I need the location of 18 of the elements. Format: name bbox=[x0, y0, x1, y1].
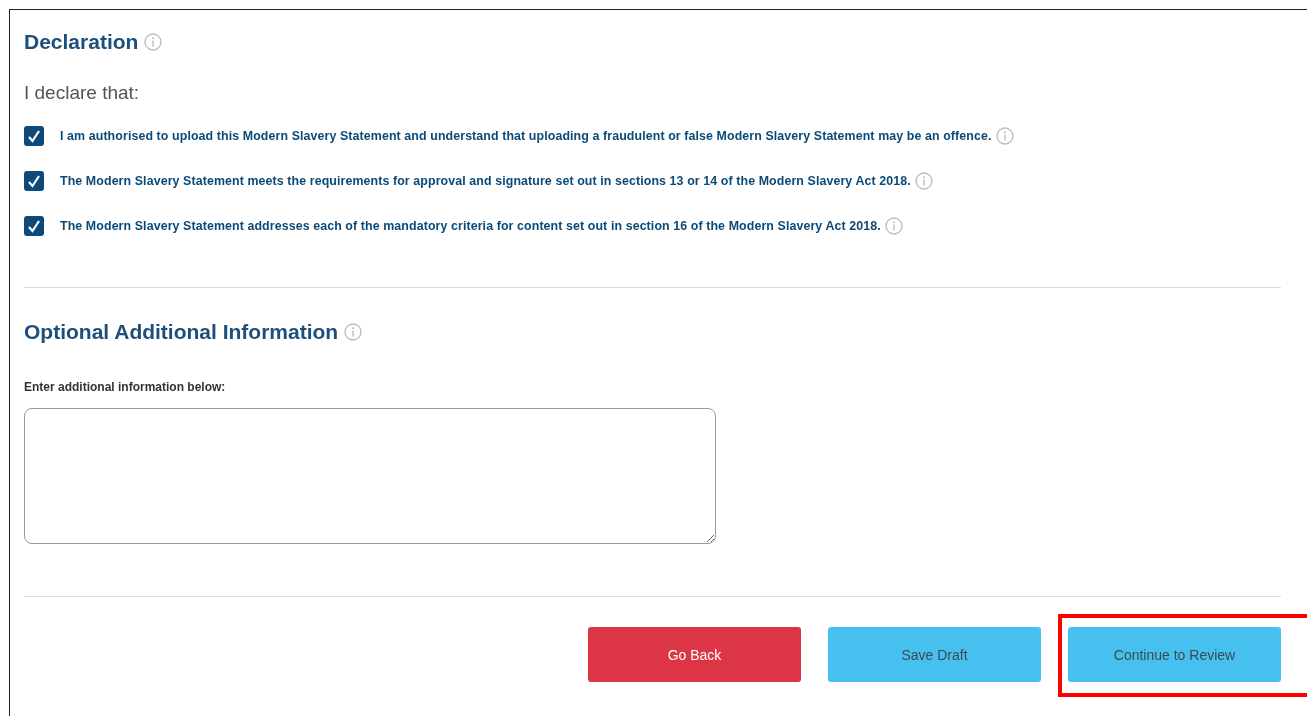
info-icon bbox=[914, 172, 933, 190]
checkbox[interactable] bbox=[24, 216, 44, 236]
field-label: Enter additional information below: bbox=[24, 380, 227, 394]
button[interactable]: Continue to Review bbox=[1068, 627, 1281, 682]
button[interactable]: Save Draft bbox=[828, 627, 1041, 682]
button[interactable]: Go Back bbox=[588, 627, 801, 682]
info-icon bbox=[144, 33, 163, 51]
intro-text: I declare that: bbox=[24, 82, 141, 104]
checkbox[interactable] bbox=[24, 171, 44, 191]
info-icon bbox=[344, 323, 363, 341]
info-icon bbox=[995, 127, 1014, 145]
checkbox-label: The Modern Slavery Statement addresses each of the mandatory criteria for content set out in section 16 of the Modern Slavery Act 2018. bbox=[60, 219, 881, 233]
section-title: Declaration bbox=[24, 30, 139, 54]
info-icon bbox=[884, 217, 903, 235]
section-title: Optional Additional Information bbox=[24, 320, 339, 344]
checkbox[interactable] bbox=[24, 126, 44, 146]
checkbox-label: I am authorised to upload this Modern Slavery Statement and understand that uploading a fraudulent or false Modern Slavery Statement may be an offence. bbox=[60, 129, 992, 143]
checkbox-label: The Modern Slavery Statement meets the requirements for approval and signature set out in sections 13 or 14 of the Modern Slavery Act 2018. bbox=[60, 174, 911, 188]
